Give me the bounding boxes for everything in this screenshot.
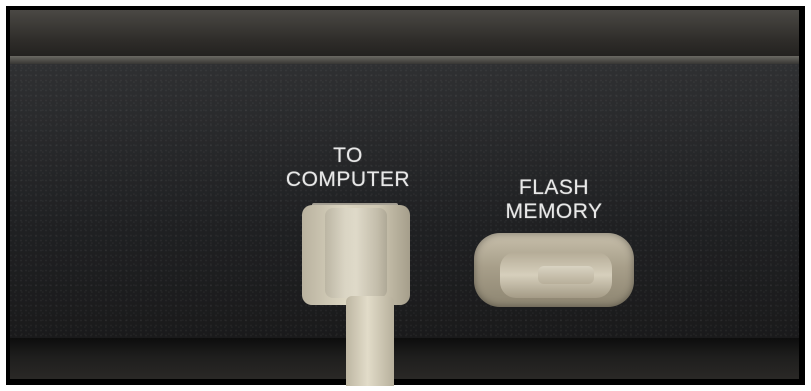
flash-memory-label: FLASH MEMORY xyxy=(484,176,624,224)
flash-drive-cap xyxy=(538,266,594,284)
to-computer-label: TO COMPUTER xyxy=(258,144,438,192)
device-top-surface xyxy=(10,10,799,62)
to-computer-label-line2: COMPUTER xyxy=(285,168,411,191)
to-computer-label-line1: TO xyxy=(333,144,363,167)
flash-memory-label-line1: FLASH xyxy=(518,176,590,199)
usb-plug-grip xyxy=(325,208,387,298)
flash-memory-label-line2: MEMORY xyxy=(505,200,603,223)
usb-cable xyxy=(346,296,394,386)
device-bottom-lip xyxy=(10,338,799,379)
